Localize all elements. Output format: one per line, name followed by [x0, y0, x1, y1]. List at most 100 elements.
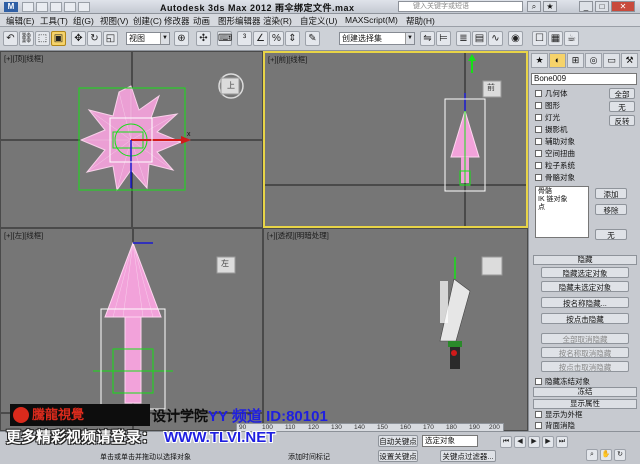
menu-help[interactable]: 帮助(H)	[406, 15, 435, 27]
star-icon[interactable]: ★	[543, 1, 557, 12]
menu-maxscript[interactable]: MAXScript(M)	[345, 15, 398, 25]
reference-coordinate-combo[interactable]: 视图 ▼	[126, 32, 170, 45]
menu-animation[interactable]: 动画	[193, 15, 210, 27]
list-item[interactable]: IK 链对象	[538, 196, 586, 204]
menu-views[interactable]: 视图(V)	[100, 15, 128, 27]
checkbox-box[interactable]	[535, 422, 542, 429]
play-icon[interactable]: ▶	[528, 436, 540, 448]
object-name-field[interactable]: Bone009	[531, 73, 637, 85]
undo-icon[interactable]	[64, 2, 76, 12]
add-time-tag[interactable]: 添加时间标记	[288, 452, 330, 462]
checkbox-box[interactable]	[535, 174, 542, 181]
close-button[interactable]: ✕	[611, 1, 635, 12]
hide-unselected-button[interactable]: 隐藏未选定对象	[541, 281, 629, 292]
select-link-icon[interactable]: ⛓	[19, 31, 34, 46]
next-frame-icon[interactable]: ▶	[542, 436, 554, 448]
viewcube-front-face[interactable]: 前	[487, 82, 495, 93]
checkbox-backface-cull[interactable]: 背面消隐	[535, 420, 575, 431]
checkbox-display-as-box[interactable]: 显示为外框	[535, 409, 583, 420]
key-mode-select[interactable]: 选定对象	[422, 435, 478, 447]
select-all-button[interactable]: 全部	[609, 88, 635, 99]
zoom-icon[interactable]: ⌕	[586, 449, 598, 461]
checkbox-box[interactable]	[535, 411, 542, 418]
menu-rendering[interactable]: 渲染(R)	[263, 15, 292, 27]
none-filter-button[interactable]: 无	[595, 229, 627, 240]
layer-manager-icon[interactable]: ≣	[456, 31, 471, 46]
prev-frame-icon[interactable]: ◀	[514, 436, 526, 448]
checkbox-geometry[interactable]: 几何体	[535, 88, 568, 99]
set-key-button[interactable]: 设置关键点	[378, 450, 418, 462]
key-filters-button[interactable]: 关键点过滤器...	[440, 450, 496, 462]
menu-edit[interactable]: 编辑(E)	[6, 15, 34, 27]
checkbox-hide-frozen[interactable]: 隐藏冻结对象	[535, 376, 590, 387]
curve-editor-icon[interactable]: ∿	[488, 31, 503, 46]
snap-toggle-icon[interactable]: ³	[237, 31, 252, 46]
render-setup-icon[interactable]: ☐	[532, 31, 547, 46]
hide-rollout-header[interactable]: 隐藏	[533, 255, 637, 265]
redo-icon[interactable]	[78, 2, 90, 12]
maximize-button[interactable]: □	[595, 1, 609, 12]
menu-group[interactable]: 组(G)	[73, 15, 94, 27]
modify-tab-icon[interactable]: ◐	[549, 53, 566, 68]
graphite-ribbon-icon[interactable]: ▤	[472, 31, 487, 46]
filter-list[interactable]: 骨骼 IK 链对象 点	[535, 186, 589, 238]
viewcube-left-face[interactable]: 左	[221, 258, 229, 269]
checkbox-bones[interactable]: 骨骼对象	[535, 172, 575, 183]
percent-snap-icon[interactable]: %	[269, 31, 284, 46]
angle-snap-icon[interactable]: ∠	[253, 31, 268, 46]
checkbox-box[interactable]	[535, 150, 542, 157]
menu-create[interactable]: 创建(C)	[133, 15, 162, 27]
list-item[interactable]: 点	[538, 204, 586, 212]
select-region-icon[interactable]: ▣	[51, 31, 66, 46]
keyboard-shortcut-icon[interactable]: ⌨	[217, 31, 232, 46]
orbit-icon[interactable]: ↻	[614, 449, 626, 461]
remove-filter-button[interactable]: 移除	[595, 204, 627, 215]
goto-end-icon[interactable]: ⏭	[556, 436, 568, 448]
display-tab-icon[interactable]: ▭	[603, 53, 620, 68]
render-frame-icon[interactable]: ▦	[548, 31, 563, 46]
select-invert-button[interactable]: 反转	[609, 115, 635, 126]
checkbox-box[interactable]	[535, 138, 542, 145]
menu-graph-editors[interactable]: 图形编辑器	[218, 15, 261, 27]
viewport-perspective[interactable]: [+][透视][明暗处理]	[263, 228, 528, 431]
unhide-all-button[interactable]: 全部取消隐藏	[541, 333, 629, 344]
select-rotate-icon[interactable]: ↻	[87, 31, 102, 46]
edit-named-selection-icon[interactable]: ✎	[305, 31, 320, 46]
pivot-center-icon[interactable]: ⊕	[174, 31, 189, 46]
select-none-button[interactable]: 无	[609, 101, 635, 112]
checkbox-shapes[interactable]: 图形	[535, 100, 560, 111]
create-tab-icon[interactable]: ★	[531, 53, 548, 68]
checkbox-box[interactable]	[535, 162, 542, 169]
auto-key-button[interactable]: 自动关键点	[378, 435, 418, 447]
minimize-button[interactable]: _	[579, 1, 593, 12]
binoculars-icon[interactable]: ⌕	[527, 1, 541, 12]
undo-toolbar-icon[interactable]: ↶	[3, 31, 18, 46]
material-editor-icon[interactable]: ◉	[508, 31, 523, 46]
add-filter-button[interactable]: 添加	[595, 188, 627, 199]
checkbox-particles[interactable]: 粒子系统	[535, 160, 575, 171]
viewcube-top-face[interactable]: 上	[227, 80, 235, 91]
menu-modifiers[interactable]: 修改器	[164, 15, 190, 27]
spinner-snap-icon[interactable]: ⇕	[285, 31, 300, 46]
checkbox-helpers[interactable]: 辅助对象	[535, 136, 575, 147]
checkbox-box[interactable]	[535, 102, 542, 109]
pan-icon[interactable]: ✋	[600, 449, 612, 461]
viewport-front[interactable]: [+][前][线框] 前	[263, 51, 528, 228]
viewport-left[interactable]: [+][左][线框] 左	[0, 228, 263, 431]
checkbox-box[interactable]	[535, 114, 542, 121]
open-file-icon[interactable]	[36, 2, 48, 12]
hide-selected-button[interactable]: 隐藏选定对象	[541, 267, 629, 278]
menu-tools[interactable]: 工具(T)	[40, 15, 68, 27]
select-move-icon[interactable]: ✥	[71, 31, 86, 46]
unhide-by-hit-button[interactable]: 按点击取消隐藏	[541, 361, 629, 372]
align-icon[interactable]: ⊨	[436, 31, 451, 46]
goto-start-icon[interactable]: ⏮	[500, 436, 512, 448]
motion-tab-icon[interactable]: ◎	[585, 53, 602, 68]
hide-by-hit-button[interactable]: 按点击隐藏	[541, 313, 629, 324]
list-item[interactable]: 骨骼	[538, 188, 586, 196]
checkbox-spacewarps[interactable]: 空间扭曲	[535, 148, 575, 159]
search-input[interactable]: 键入关键字或短语	[398, 1, 523, 12]
select-manipulate-icon[interactable]: ✣	[196, 31, 211, 46]
checkbox-box[interactable]	[535, 126, 542, 133]
checkbox-box[interactable]	[535, 378, 542, 385]
